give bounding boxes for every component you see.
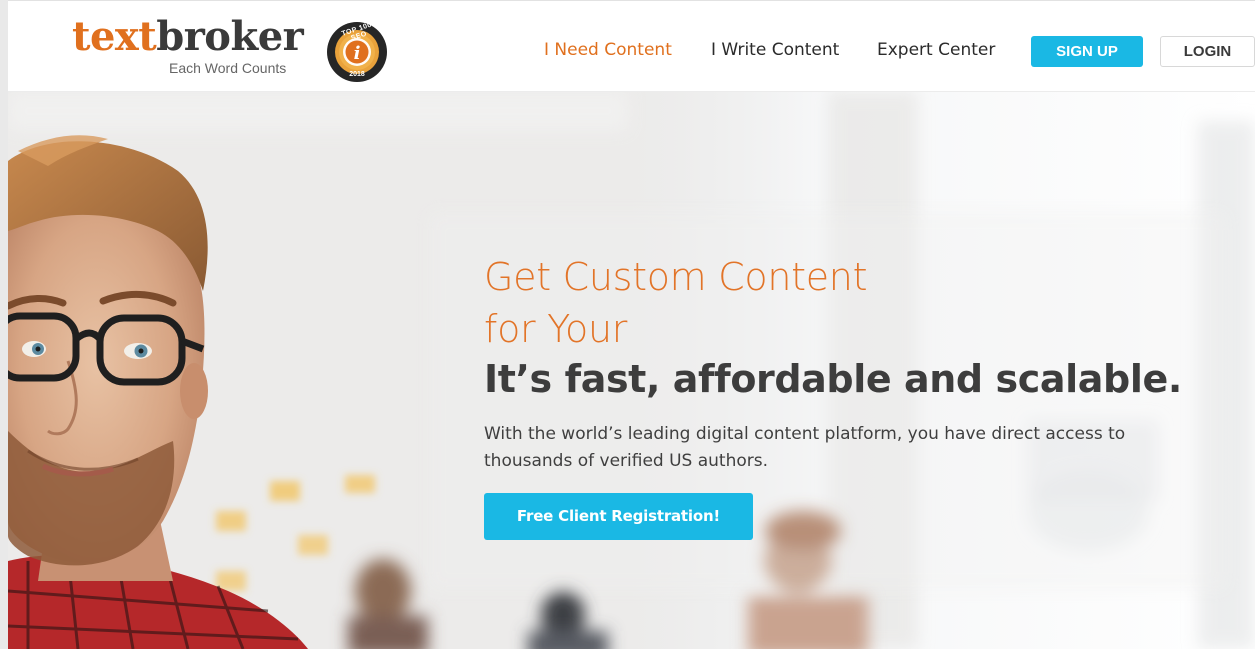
hero-title: Get Custom Content for Your bbox=[484, 251, 1244, 355]
free-client-registration-button[interactable]: Free Client Registration! bbox=[484, 493, 753, 540]
badge-top-text: TOP 100 SEO bbox=[340, 21, 373, 43]
page: textbroker Each Word Counts i TOP 100 SE… bbox=[0, 0, 1255, 649]
hero-content: Get Custom Content for Your It’s fast, a… bbox=[484, 251, 1244, 540]
nav-expert-center[interactable]: Expert Center bbox=[877, 40, 995, 60]
hero-title-line-1: Get Custom Content bbox=[484, 255, 868, 299]
logo-word-text: text bbox=[72, 13, 157, 60]
logo-word-broker: broker bbox=[156, 13, 304, 60]
hero-description: With the world’s leading digital content… bbox=[484, 424, 1126, 471]
site-header: textbroker Each Word Counts i TOP 100 SE… bbox=[8, 0, 1255, 92]
nav-i-write-content[interactable]: I Write Content bbox=[711, 40, 839, 60]
badge-text: TOP 100 SEO 2018 bbox=[326, 21, 388, 83]
nav-i-need-content[interactable]: I Need Content bbox=[544, 40, 672, 60]
logo-tagline: Each Word Counts bbox=[169, 60, 287, 76]
logo-wordmark: textbroker bbox=[72, 13, 304, 60]
sign-up-button[interactable]: SIGN UP bbox=[1031, 36, 1143, 67]
badge-year-text: 2018 bbox=[349, 71, 365, 78]
textbroker-logo[interactable]: textbroker Each Word Counts bbox=[72, 13, 304, 81]
hero-title-line-2: for Your bbox=[484, 307, 628, 351]
hero-subtitle: It’s fast, affordable and scalable. bbox=[484, 357, 1182, 401]
top-100-seo-badge-icon: i TOP 100 SEO 2018 bbox=[326, 21, 388, 83]
login-button[interactable]: LOGIN bbox=[1160, 36, 1255, 67]
hero-section: Get Custom Content for Your It’s fast, a… bbox=[8, 91, 1255, 649]
